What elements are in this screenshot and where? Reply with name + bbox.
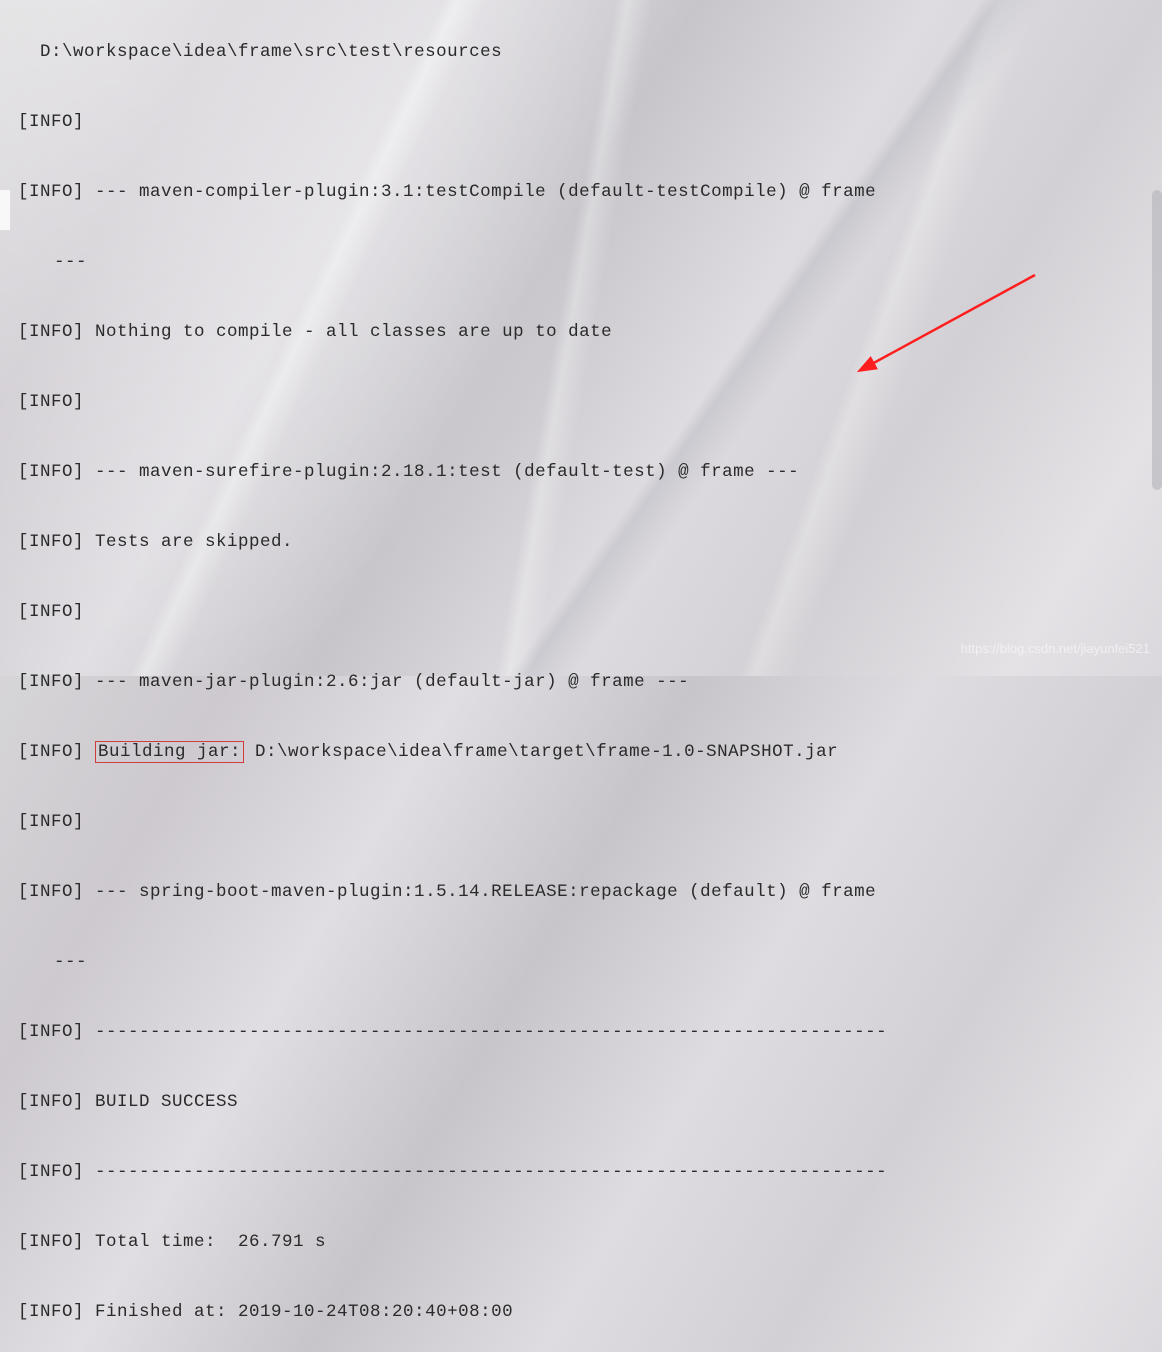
output-line: [INFO] --- spring-boot-maven-plugin:1.5.…	[18, 875, 1162, 910]
log-prefix: [INFO]	[18, 742, 95, 762]
output-line: [INFO]	[18, 805, 1162, 840]
output-line: ---	[18, 245, 1162, 280]
watermark-text: https://blog.csdn.net/jiayunfei521	[961, 631, 1150, 666]
scrollbar[interactable]	[1152, 190, 1162, 490]
highlighted-text: Building jar:	[95, 741, 244, 763]
output-line: ---	[18, 945, 1162, 980]
output-line: [INFO] --- maven-surefire-plugin:2.18.1:…	[18, 455, 1162, 490]
output-line: [INFO] Tests are skipped.	[18, 525, 1162, 560]
output-line: [INFO] --- maven-jar-plugin:2.6:jar (def…	[18, 665, 1162, 700]
output-line: [INFO]	[18, 105, 1162, 140]
output-line: [INFO] ---------------------------------…	[18, 1155, 1162, 1190]
output-line: D:\workspace\idea\frame\src\test\resourc…	[18, 35, 1162, 70]
output-line: [INFO]	[18, 595, 1162, 630]
output-line: [INFO]	[18, 385, 1162, 420]
output-line: [INFO] Nothing to compile - all classes …	[18, 315, 1162, 350]
output-line: [INFO] --- maven-compiler-plugin:3.1:tes…	[18, 175, 1162, 210]
output-line: [INFO] ---------------------------------…	[18, 1015, 1162, 1050]
left-edge-decoration	[0, 190, 10, 230]
output-line-building-jar: [INFO] Building jar: D:\workspace\idea\f…	[18, 735, 1162, 770]
terminal-output: D:\workspace\idea\frame\src\test\resourc…	[18, 0, 1162, 1352]
output-line: [INFO] Finished at: 2019-10-24T08:20:40+…	[18, 1295, 1162, 1330]
output-line-build-success: [INFO] BUILD SUCCESS	[18, 1085, 1162, 1120]
output-line: [INFO] Total time: 26.791 s	[18, 1225, 1162, 1260]
jar-path: D:\workspace\idea\frame\target\frame-1.0…	[244, 742, 838, 762]
